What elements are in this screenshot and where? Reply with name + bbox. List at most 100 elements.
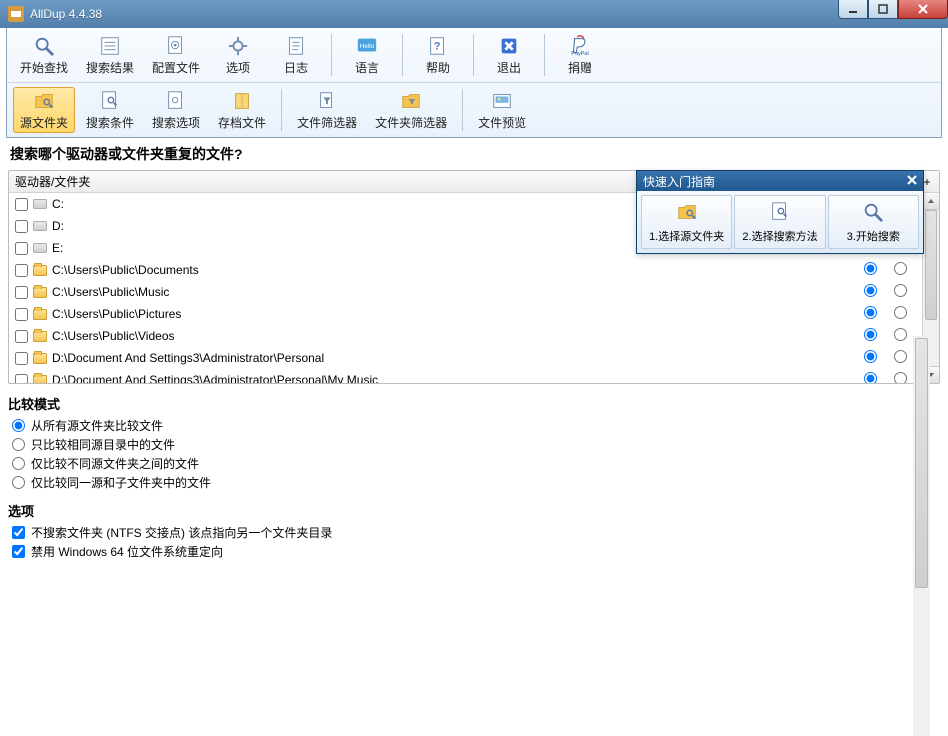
guide-step[interactable]: 1.选择源文件夹 <box>641 195 732 249</box>
toolbar-button-help[interactable]: ? 帮助 <box>411 32 465 78</box>
row-recurse-radio[interactable] <box>864 284 877 297</box>
row-checkbox[interactable] <box>15 286 28 299</box>
toolbar-button-paypal[interactable]: PayPal捐赠 <box>553 32 607 78</box>
toolbar-label: 文件筛选器 <box>297 114 357 131</box>
option-checkbox[interactable] <box>12 545 25 558</box>
row-checkbox[interactable] <box>15 330 28 343</box>
row-checkbox[interactable] <box>15 220 28 233</box>
toolbar-separator <box>473 34 474 76</box>
folder-icon <box>33 353 47 364</box>
row-lock-radio[interactable] <box>894 372 907 383</box>
list-row[interactable]: C:\Users\Public\Videos <box>9 325 939 347</box>
toolbar-label: 搜索结果 <box>86 59 134 76</box>
guide-close-button[interactable] <box>903 172 921 188</box>
row-lock-radio[interactable] <box>894 284 907 297</box>
compare-radio[interactable] <box>12 476 25 489</box>
list-row[interactable]: C:\Users\Public\Pictures <box>9 303 939 325</box>
row-checkbox[interactable] <box>15 374 28 384</box>
guide-step[interactable]: 2.选择搜索方法 <box>734 195 825 249</box>
guide-step[interactable]: 3.开始搜索 <box>828 195 919 249</box>
content-scrollbar[interactable] <box>913 336 930 736</box>
toolbar-sub: 源文件夹搜索条件搜索选项存档文件文件筛选器文件夹筛选器文件预览 <box>7 83 941 137</box>
guide-step-label: 1.选择源文件夹 <box>649 228 724 244</box>
quick-start-guide: 快速入门指南 1.选择源文件夹2.选择搜索方法3.开始搜索 <box>636 170 924 254</box>
row-recurse-radio[interactable] <box>864 262 877 275</box>
row-recurse-radio[interactable] <box>864 372 877 383</box>
list-row[interactable]: D:\Document And Settings3\Administrator\… <box>9 347 939 369</box>
row-lock-radio[interactable] <box>894 306 907 319</box>
toolbar-button-folder-filter[interactable]: 文件夹筛选器 <box>368 87 454 133</box>
toolbar-button-gear[interactable]: 选项 <box>211 32 265 78</box>
compare-option[interactable]: 仅比较不同源文件夹之间的文件 <box>12 455 940 472</box>
option-checkbox[interactable] <box>12 526 25 539</box>
guide-step-label: 3.开始搜索 <box>847 228 900 244</box>
list-row[interactable]: D:\Document And Settings3\Administrator\… <box>9 369 939 383</box>
scroll-thumb[interactable] <box>925 210 937 320</box>
titlebar: AllDup 4.4.38 <box>0 0 948 28</box>
folder-icon <box>33 287 47 298</box>
compare-option[interactable]: 从所有源文件夹比较文件 <box>12 417 940 434</box>
toolbar-separator <box>402 34 403 76</box>
compare-label: 从所有源文件夹比较文件 <box>31 417 163 434</box>
toolbar-button-log[interactable]: 日志 <box>269 32 323 78</box>
row-path: D:\Document And Settings3\Administrator\… <box>52 373 855 383</box>
toolbar-button-list[interactable]: 搜索结果 <box>79 32 141 78</box>
option-item[interactable]: 不搜索文件夹 (NTFS 交接点) 该点指向另一个文件夹目录 <box>12 524 940 541</box>
toolbar-button-folder-search[interactable]: 源文件夹 <box>13 87 75 133</box>
toolbar-button-magnifier[interactable]: 开始查找 <box>13 32 75 78</box>
preview-icon <box>490 90 514 112</box>
scroll-up-button[interactable] <box>923 193 939 210</box>
close-button[interactable] <box>898 0 948 19</box>
content-scroll-thumb[interactable] <box>915 338 928 588</box>
row-recurse-radio[interactable] <box>864 350 877 363</box>
toolbar-button-file-filter[interactable]: 文件筛选器 <box>290 87 364 133</box>
row-path: C:\Users\Public\Videos <box>52 329 855 343</box>
app-icon <box>8 6 24 22</box>
toolbar-label: 日志 <box>284 59 308 76</box>
compare-mode-title: 比较模式 <box>8 394 940 413</box>
toolbar-main: 开始查找搜索结果配置文件选项日志 Hello语言? 帮助 退出 PayPal捐赠 <box>7 28 941 83</box>
row-path: C:\Users\Public\Music <box>52 285 855 299</box>
row-lock-radio[interactable] <box>894 350 907 363</box>
svg-text:Hello: Hello <box>360 42 375 49</box>
row-path: C:\Users\Public\Pictures <box>52 307 855 321</box>
exit-icon <box>497 35 521 57</box>
row-checkbox[interactable] <box>15 198 28 211</box>
row-path: C:\Users\Public\Documents <box>52 263 855 277</box>
toolbar-label: 帮助 <box>426 59 450 76</box>
row-checkbox[interactable] <box>15 352 28 365</box>
svg-text:?: ? <box>434 40 441 52</box>
toolbar-button-page-gear[interactable]: 搜索选项 <box>145 87 207 133</box>
toolbar-button-archive[interactable]: 存档文件 <box>211 87 273 133</box>
row-checkbox[interactable] <box>15 264 28 277</box>
compare-radio[interactable] <box>12 457 25 470</box>
toolbar-button-exit[interactable]: 退出 <box>482 32 536 78</box>
compare-option[interactable]: 仅比较同一源和子文件夹中的文件 <box>12 474 940 491</box>
magnifier-icon <box>861 200 885 224</box>
row-recurse-radio[interactable] <box>864 328 877 341</box>
option-item[interactable]: 禁用 Windows 64 位文件系统重定向 <box>12 543 940 560</box>
row-lock-radio[interactable] <box>894 328 907 341</box>
toolbar-button-gear-page[interactable]: 配置文件 <box>145 32 207 78</box>
compare-radio[interactable] <box>12 419 25 432</box>
maximize-button[interactable] <box>868 0 898 19</box>
gear-page-icon <box>164 35 188 57</box>
minimize-button[interactable] <box>838 0 868 19</box>
page-search-icon <box>768 200 792 224</box>
list-row[interactable]: C:\Users\Public\Music <box>9 281 939 303</box>
toolbar-separator <box>462 89 463 131</box>
toolbar-button-hello[interactable]: Hello语言 <box>340 32 394 78</box>
list-row[interactable]: C:\Users\Public\Documents <box>9 259 939 281</box>
toolbar-label: 搜索条件 <box>86 114 134 131</box>
toolbar-button-preview[interactable]: 文件预览 <box>471 87 533 133</box>
row-lock-radio[interactable] <box>894 262 907 275</box>
compare-radio[interactable] <box>12 438 25 451</box>
row-recurse-radio[interactable] <box>864 306 877 319</box>
toolbar-button-page-search[interactable]: 搜索条件 <box>79 87 141 133</box>
compare-option[interactable]: 只比较相同源目录中的文件 <box>12 436 940 453</box>
row-checkbox[interactable] <box>15 242 28 255</box>
folder-icon <box>33 309 47 320</box>
row-checkbox[interactable] <box>15 308 28 321</box>
toolbar-label: 捐赠 <box>568 59 592 76</box>
folder-icon <box>33 265 47 276</box>
